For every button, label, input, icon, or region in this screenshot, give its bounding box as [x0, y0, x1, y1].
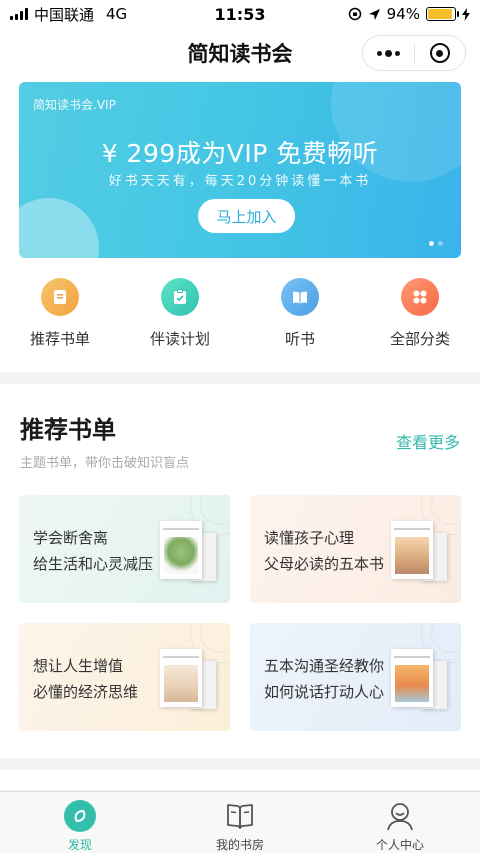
charging-icon — [462, 7, 470, 21]
card-line2: 父母必读的五本书 — [264, 555, 385, 573]
tab-label: 个人中心 — [375, 838, 424, 852]
banner-decoration — [19, 198, 99, 258]
book-cover — [391, 521, 433, 579]
banner-headline: ¥ 299成为VIP 免费畅听 — [101, 139, 379, 168]
card-line1: 想让人生增值 — [33, 657, 124, 675]
category-grid-icon — [401, 278, 439, 316]
miniprogram-capsule — [362, 35, 466, 71]
tab-bar: 发现 我的书房 个人中心 — [0, 791, 480, 853]
banner-subline: 好书天天有，每天20分钟读懂一本书 — [108, 174, 372, 189]
tab-label: 发现 — [67, 838, 92, 852]
card-text: 想让人生增值 必懂的经济思维 — [33, 653, 138, 705]
battery-fill — [428, 9, 453, 19]
quick-nav-categories[interactable]: 全部分类 — [360, 278, 480, 358]
vip-banner[interactable]: 简知读书会.VIP ¥ 299成为VIP 免费畅听 好书天天有，每天20分钟读懂… — [19, 82, 461, 258]
battery-percent: 94% — [386, 5, 420, 23]
more-button[interactable] — [363, 36, 414, 70]
booklist-icon — [41, 278, 79, 316]
tab-icon-wrap — [63, 799, 97, 832]
location-icon — [368, 8, 380, 20]
book-icon — [223, 799, 257, 832]
join-vip-button[interactable]: 马上加入 — [198, 199, 295, 233]
battery-icon — [426, 7, 459, 21]
view-more-link[interactable]: 查看更多 — [396, 429, 460, 453]
card-line2: 如何说话打动人心 — [264, 683, 385, 701]
carrier-label: 中国联通 — [34, 5, 95, 24]
card-line1: 学会断舍离 — [33, 529, 109, 547]
target-icon — [429, 43, 450, 63]
next-section-edge — [0, 770, 480, 790]
status-right: 94% — [348, 5, 470, 23]
quick-nav-study-plan[interactable]: 伴读计划 — [120, 278, 240, 358]
banner-brand: 简知读书会.VIP — [33, 98, 116, 112]
status-left: 中国联通 4G — [10, 4, 127, 25]
discover-icon — [64, 799, 96, 832]
quick-nav: 推荐书单 伴读计划 听书 全部分类 — [0, 278, 480, 358]
book-open-icon — [281, 278, 319, 316]
quick-nav-audiobook[interactable]: 听书 — [240, 278, 360, 358]
close-miniprogram-button[interactable] — [415, 36, 466, 70]
book-cover — [391, 649, 433, 707]
tab-label: 我的书房 — [215, 838, 264, 852]
page-title: 简知读书会 — [187, 42, 293, 66]
nav-bar: 简知读书会 — [0, 28, 480, 78]
status-bar: 中国联通 4G 11:53 94% — [0, 0, 480, 28]
card-text: 学会断舍离 给生活和心灵减压 — [33, 525, 153, 577]
booklist-card[interactable]: 五本沟通圣经教你 如何说话打动人心 — [250, 623, 461, 731]
quick-nav-label: 伴读计划 — [149, 330, 210, 348]
section-subtitle: 主题书单，带你击破知识盲点 — [20, 456, 190, 471]
book-cover — [160, 649, 202, 707]
card-line1: 五本沟通圣经教你 — [264, 657, 385, 675]
tab-profile[interactable]: 个人中心 — [320, 792, 480, 853]
clipboard-check-icon — [161, 278, 199, 316]
card-text: 五本沟通圣经教你 如何说话打动人心 — [264, 653, 384, 705]
network-label: 4G — [106, 5, 128, 23]
top-section: 简知读书会.VIP ¥ 299成为VIP 免费畅听 好书天天有，每天20分钟读懂… — [0, 78, 480, 372]
section-title: 推荐书单 — [20, 416, 116, 444]
quick-nav-booklist[interactable]: 推荐书单 — [0, 278, 120, 358]
quick-nav-label: 听书 — [284, 330, 315, 348]
tab-my-library[interactable]: 我的书房 — [160, 792, 320, 853]
card-line2: 给生活和心灵减压 — [33, 555, 154, 573]
booklist-card[interactable]: 想让人生增值 必懂的经济思维 — [19, 623, 230, 731]
signal-icon — [10, 8, 28, 20]
recommend-section: 推荐书单 主题书单，带你击破知识盲点 查看更多 学会断舍离 给生活和心灵减压 读… — [0, 384, 480, 758]
card-text: 读懂孩子心理 父母必读的五本书 — [264, 525, 384, 577]
card-line2: 必懂的经济思维 — [33, 683, 139, 701]
orientation-lock-icon — [348, 7, 361, 21]
tab-discover[interactable]: 发现 — [0, 792, 160, 853]
quick-nav-label: 全部分类 — [389, 330, 450, 348]
more-dots-icon — [376, 49, 400, 57]
book-cover — [160, 521, 202, 579]
quick-nav-label: 推荐书单 — [29, 330, 90, 348]
booklist-card[interactable]: 学会断舍离 给生活和心灵减压 — [19, 495, 230, 603]
user-icon — [383, 799, 417, 832]
banner-pager — [429, 241, 443, 246]
booklist-card[interactable]: 读懂孩子心理 父母必读的五本书 — [250, 495, 461, 603]
card-line1: 读懂孩子心理 — [264, 529, 355, 547]
